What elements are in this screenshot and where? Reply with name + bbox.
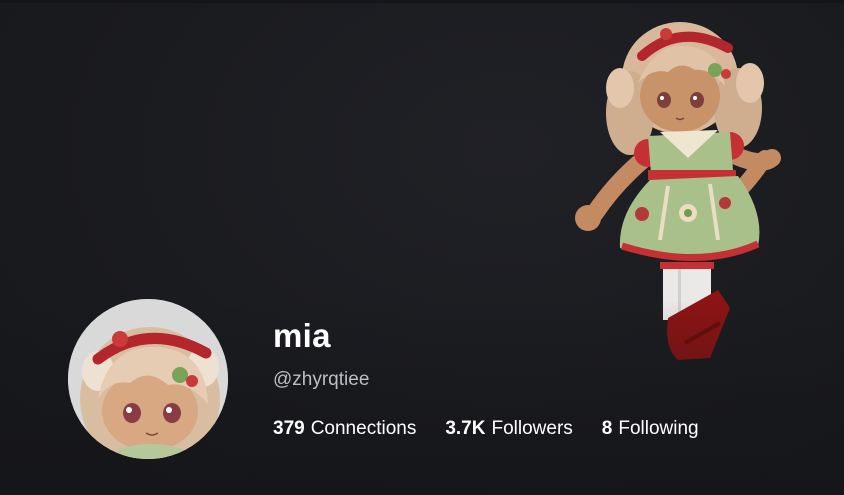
following-link[interactable]: 8 Following <box>602 417 699 441</box>
banner-top-edge <box>0 0 844 3</box>
connections-label: Connections <box>310 418 417 439</box>
profile-banner: mia @zhyrqtiee 379 Connections 3.7K Foll… <box>0 0 844 495</box>
display-name: mia <box>273 317 331 354</box>
followers-count: 3.7K <box>445 418 486 439</box>
avatar-headshot[interactable] <box>68 299 228 459</box>
profile-stats: 379 Connections 3.7K Followers 8 Followi… <box>273 417 699 441</box>
followers-label: Followers <box>491 418 573 439</box>
following-label: Following <box>618 418 699 439</box>
username: @zhyrqtiee <box>273 369 370 390</box>
following-count: 8 <box>601 418 613 439</box>
profile-info: mia @zhyrqtiee 379 Connections 3.7K Foll… <box>273 316 699 441</box>
connections-link[interactable]: 379 Connections <box>273 417 416 441</box>
headshot-illustration <box>68 299 228 459</box>
followers-link[interactable]: 3.7K Followers <box>445 417 572 441</box>
connections-count: 379 <box>273 418 305 439</box>
